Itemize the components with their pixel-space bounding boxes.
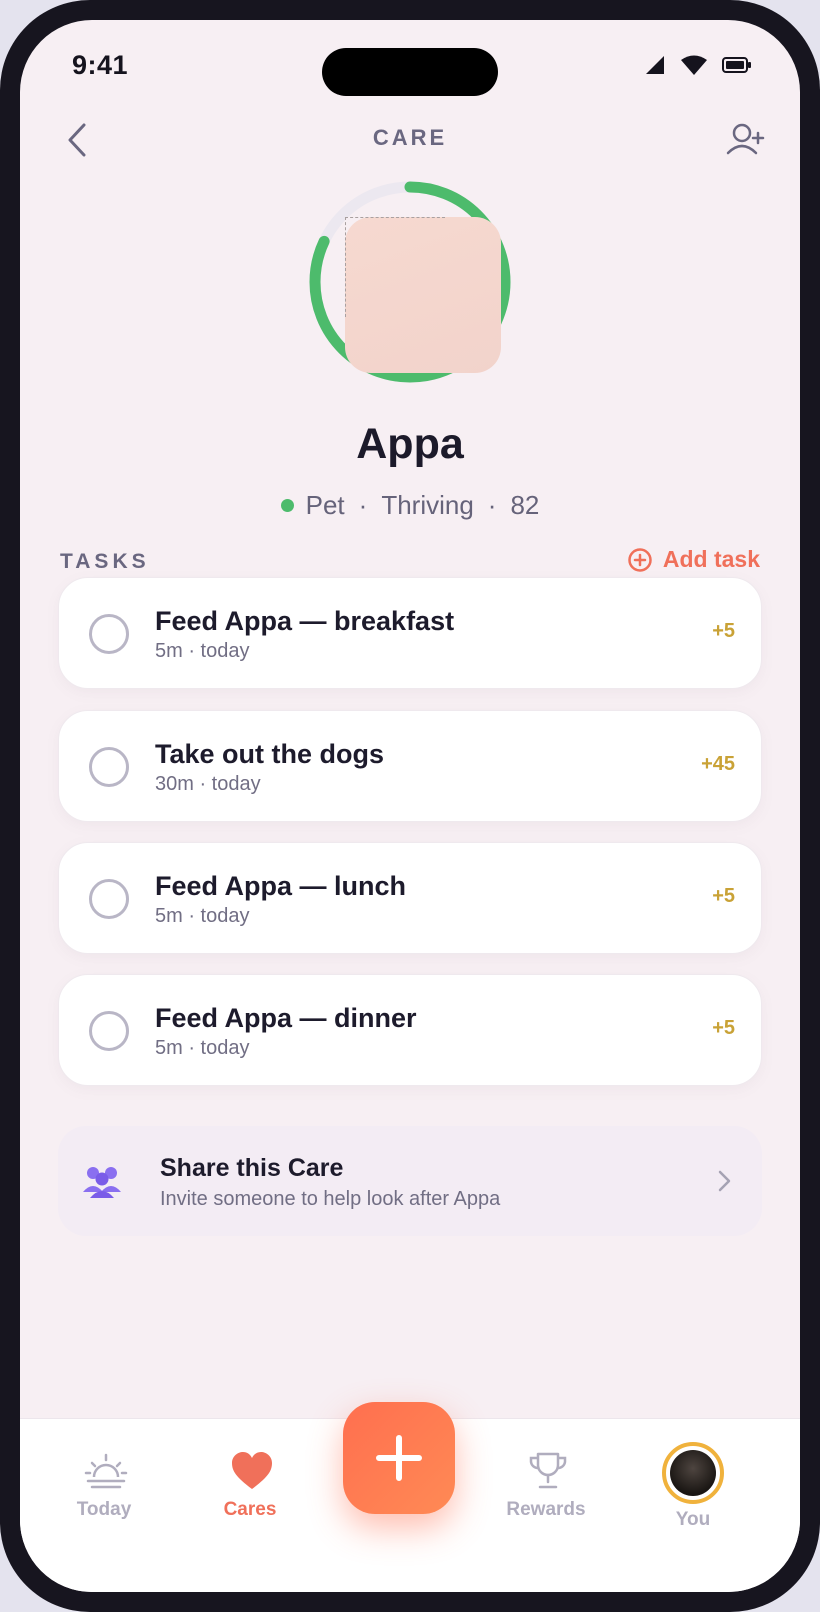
share-care-row[interactable]: Share this Care Invite someone to help l… bbox=[58, 1126, 762, 1236]
separator: · bbox=[487, 490, 497, 520]
share-title: Share this Care bbox=[160, 1154, 344, 1182]
photo-placeholder bbox=[345, 217, 445, 317]
plus-circle-icon bbox=[628, 547, 652, 572]
trophy-icon bbox=[529, 1452, 567, 1489]
task-card[interactable]: Feed Appa — breakfast 5m · today +5 bbox=[58, 577, 762, 689]
task-subtitle: 30m · today bbox=[155, 773, 261, 795]
care-state: Thriving bbox=[381, 490, 474, 520]
task-card[interactable]: Take out the dogs 30m · today +45 bbox=[58, 710, 762, 822]
task-subtitle: 5m · today bbox=[155, 905, 250, 927]
separator: · bbox=[358, 490, 368, 520]
profile-avatar[interactable] bbox=[662, 1442, 724, 1504]
avatar-image bbox=[670, 1450, 716, 1496]
pet-photo[interactable] bbox=[345, 217, 501, 373]
cellular-signal-icon bbox=[646, 56, 664, 74]
task-checkbox[interactable] bbox=[89, 879, 129, 919]
task-points: +5 bbox=[712, 885, 735, 907]
task-checkbox[interactable] bbox=[89, 614, 129, 654]
care-name: Appa bbox=[356, 420, 464, 468]
wifi-icon bbox=[681, 55, 707, 75]
tab-cares-label: Cares bbox=[223, 1499, 277, 1520]
share-subtitle: Invite someone to help look after Appa bbox=[160, 1188, 501, 1210]
task-title: Feed Appa — breakfast bbox=[155, 606, 455, 636]
tab-you-label: You bbox=[675, 1509, 711, 1530]
task-points: +45 bbox=[701, 753, 735, 775]
add-task-label: Add task bbox=[662, 546, 760, 572]
task-subtitle: 5m · today bbox=[155, 1037, 250, 1059]
tab-today-label: Today bbox=[76, 1499, 132, 1520]
tasks-heading: TASKS bbox=[60, 550, 150, 573]
dynamic-island bbox=[322, 48, 498, 96]
add-button[interactable] bbox=[343, 1402, 455, 1514]
plus-icon bbox=[376, 1435, 422, 1481]
task-subtitle: 5m · today bbox=[155, 640, 250, 662]
screen: 9:41 CARE Appa Pet · Thriving · 82 TASKS… bbox=[20, 20, 800, 1592]
chevron-right-icon bbox=[718, 1170, 731, 1192]
task-title: Take out the dogs bbox=[155, 739, 385, 769]
care-category: Pet bbox=[305, 490, 345, 520]
add-member-button[interactable] bbox=[724, 115, 768, 165]
page-title: CARE bbox=[372, 125, 448, 150]
add-task-button[interactable]: Add task bbox=[627, 546, 760, 573]
care-score: 82 bbox=[510, 490, 540, 520]
phone-frame: 9:41 CARE Appa Pet · Thriving · 82 TASKS… bbox=[0, 0, 820, 1612]
task-points: +5 bbox=[712, 1017, 735, 1039]
status-time: 9:41 bbox=[72, 50, 129, 80]
task-points: +5 bbox=[712, 620, 735, 642]
heart-icon bbox=[232, 1452, 272, 1489]
care-meta: Pet · Thriving · 82 bbox=[20, 490, 800, 521]
people-icon bbox=[83, 1167, 121, 1198]
task-card[interactable]: Feed Appa — dinner 5m · today +5 bbox=[58, 974, 762, 1086]
task-checkbox[interactable] bbox=[89, 747, 129, 787]
task-checkbox[interactable] bbox=[89, 1011, 129, 1051]
task-title: Feed Appa — lunch bbox=[155, 871, 407, 901]
user-plus-icon bbox=[726, 123, 765, 155]
battery-icon bbox=[722, 57, 751, 73]
header: CARE bbox=[20, 115, 800, 165]
sunrise-icon bbox=[84, 1453, 128, 1489]
status-icons bbox=[644, 54, 752, 76]
task-card[interactable]: Feed Appa — lunch 5m · today +5 bbox=[58, 842, 762, 954]
tab-rewards-label: Rewards bbox=[506, 1499, 586, 1520]
task-title: Feed Appa — dinner bbox=[155, 1003, 417, 1033]
status-dot bbox=[280, 499, 294, 512]
